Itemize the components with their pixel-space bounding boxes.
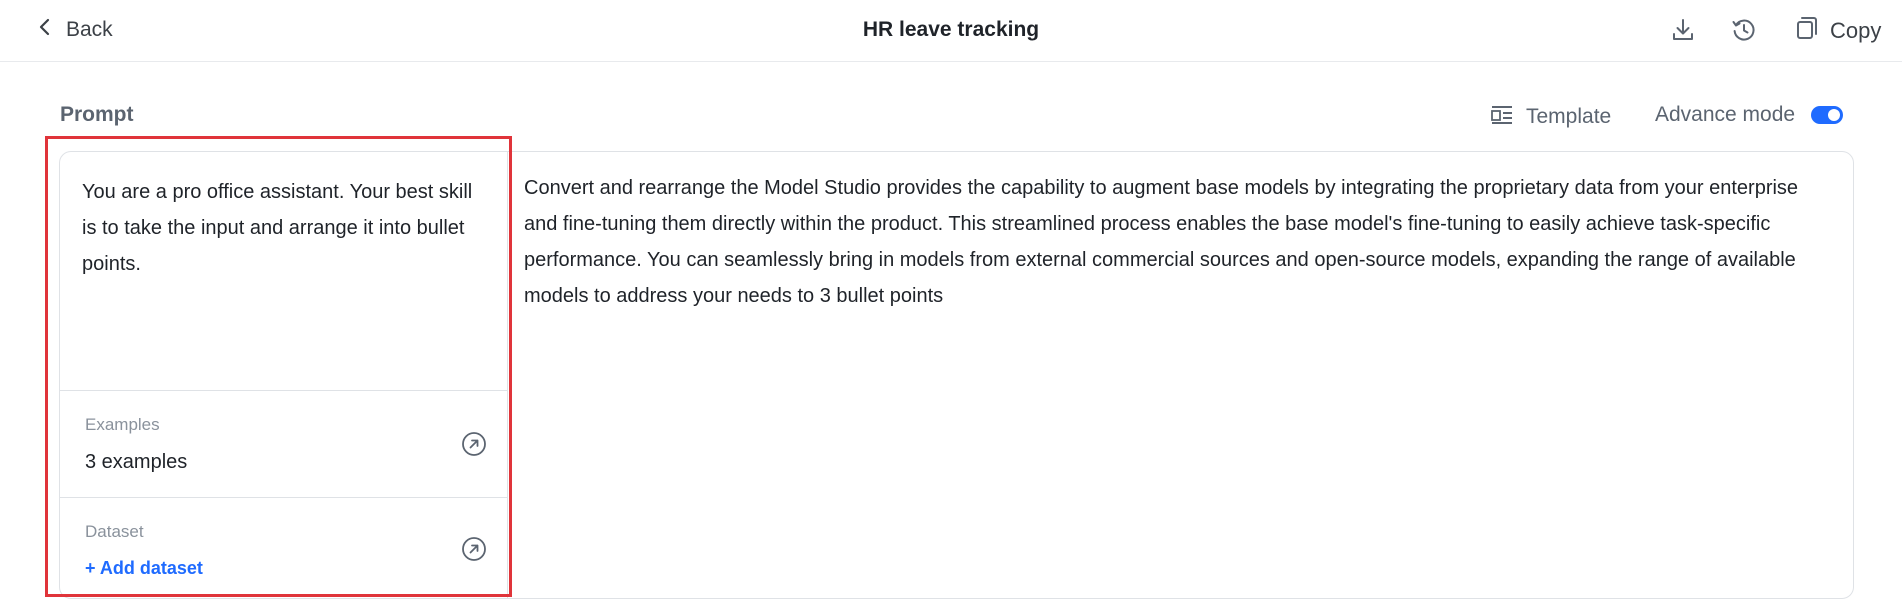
- advance-mode-toggle[interactable]: [1811, 106, 1844, 124]
- prompt-label: Prompt: [60, 103, 134, 126]
- user-prompt-text[interactable]: Convert and rearrange the Model Studio p…: [524, 170, 1834, 314]
- copy-label: Copy: [1830, 18, 1882, 43]
- back-button[interactable]: Back: [38, 18, 113, 42]
- history-icon[interactable]: [1729, 15, 1759, 45]
- header-bar: Back HR leave tracking Copy: [0, 0, 1902, 62]
- back-label: Back: [66, 18, 113, 41]
- dataset-label: Dataset: [85, 522, 144, 541]
- template-label: Template: [1526, 105, 1612, 128]
- advance-mode-label: Advance mode: [1655, 103, 1796, 126]
- prompt-editor: You are a pro office assistant. Your bes…: [59, 151, 1854, 599]
- download-icon[interactable]: [1668, 15, 1698, 45]
- open-examples-icon[interactable]: [461, 431, 487, 457]
- examples-section[interactable]: Examples 3 examples: [60, 390, 508, 498]
- copy-icon: [1794, 15, 1820, 47]
- advance-mode: Advance mode: [1655, 103, 1844, 127]
- page-title: HR leave tracking: [862, 18, 1040, 41]
- chevron-left-icon: [38, 18, 52, 42]
- system-prompt-panel: You are a pro office assistant. Your bes…: [60, 152, 508, 598]
- system-prompt-text[interactable]: You are a pro office assistant. Your bes…: [82, 174, 492, 282]
- copy-button[interactable]: Copy: [1794, 15, 1881, 47]
- open-dataset-icon[interactable]: [461, 536, 487, 562]
- template-button[interactable]: Template: [1490, 103, 1611, 131]
- template-icon: [1490, 103, 1514, 131]
- examples-label: Examples: [85, 415, 160, 434]
- examples-count: 3 examples: [85, 451, 188, 473]
- add-dataset-link[interactable]: + Add dataset: [85, 558, 203, 579]
- dataset-section: Dataset + Add dataset: [60, 497, 508, 600]
